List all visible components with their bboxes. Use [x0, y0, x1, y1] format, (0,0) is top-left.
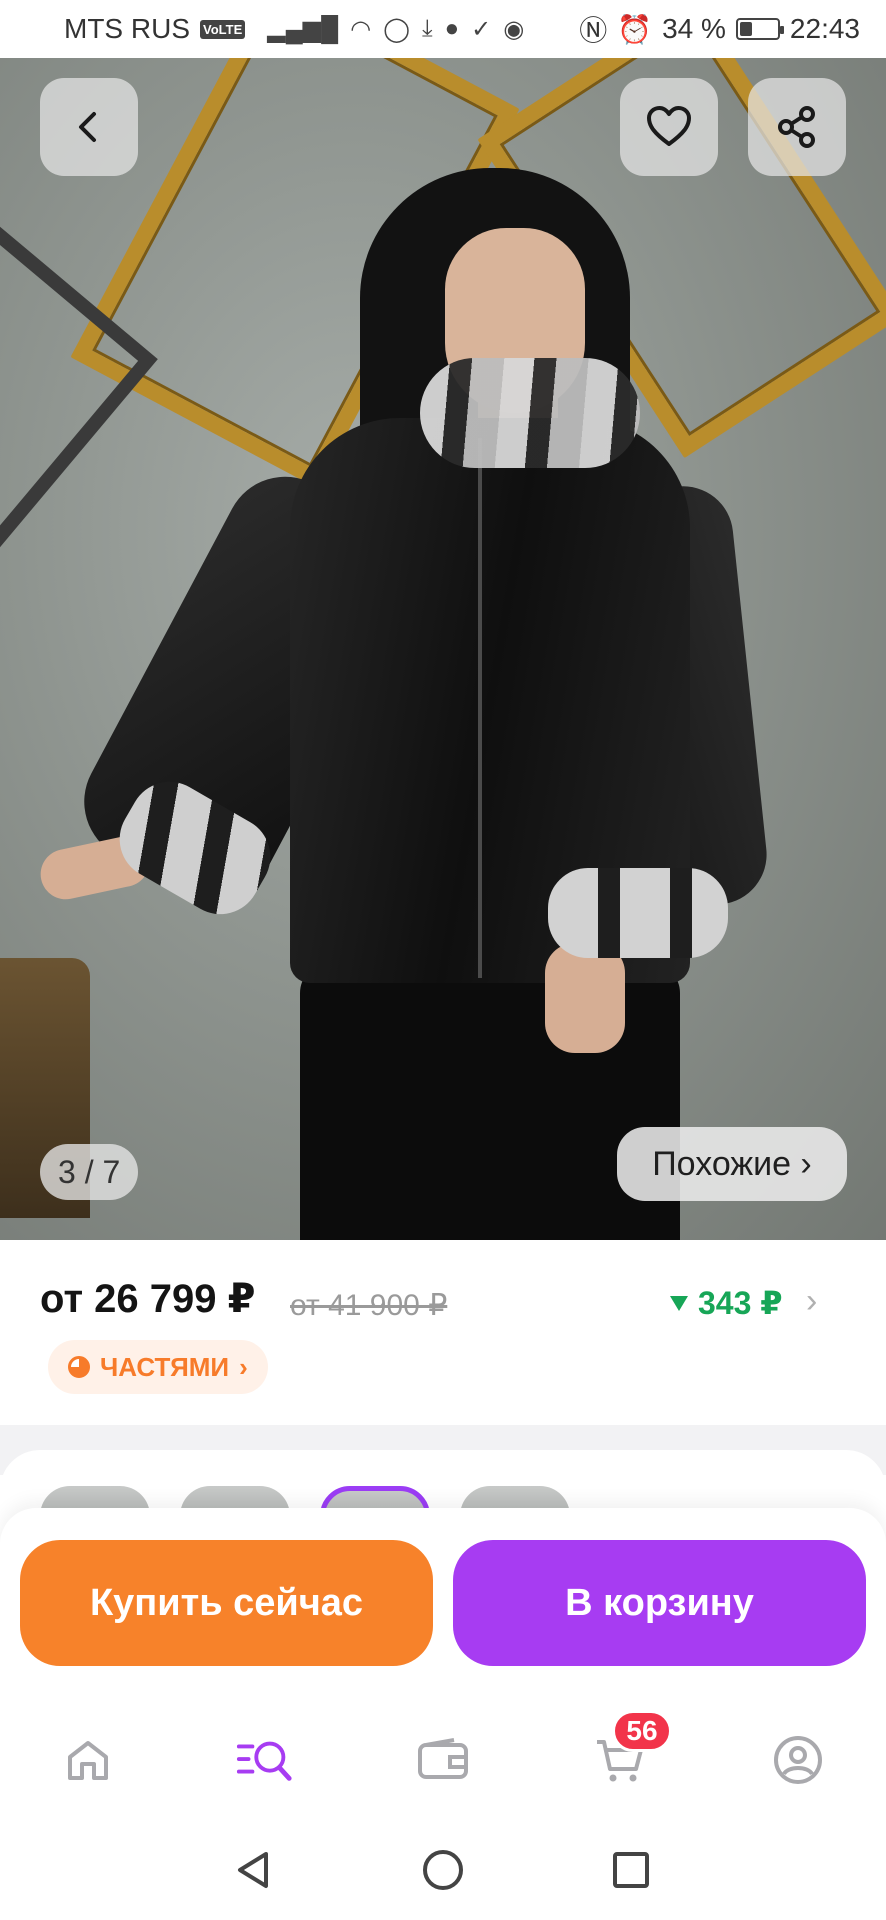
system-recents-button[interactable] — [607, 1846, 655, 1894]
installments-label: ЧАСТЯМИ — [100, 1351, 230, 1382]
status-bar: MTS RUS VoLTE ▂▄▆█ ◠ ◯ ⤓ ● ✓ ◉ Ⓝ ⏰ 34 % … — [0, 0, 886, 58]
pie-chart-icon — [68, 1356, 90, 1378]
chat-icon: ● — [444, 15, 460, 42]
chevron-right-icon: › — [239, 1351, 248, 1382]
battery-icon — [735, 18, 784, 40]
jacket-zipper — [478, 438, 482, 978]
profile-icon — [774, 1736, 822, 1784]
nav-wallet[interactable] — [413, 1730, 473, 1790]
message-icon: ◉ — [503, 15, 525, 43]
bottom-navigation: 56 — [0, 1690, 886, 1820]
model-hand-right — [545, 943, 625, 1053]
thumbnail-active[interactable] — [320, 1486, 430, 1510]
cashback-value: 343 ₽ — [698, 1285, 783, 1321]
nfc-icon: Ⓝ — [579, 15, 608, 46]
installments-badge[interactable]: ЧАСТЯМИ › — [48, 1340, 268, 1394]
chevron-right-icon[interactable]: › — [806, 1282, 817, 1321]
thumbnail[interactable] — [460, 1486, 570, 1510]
fur-collar — [420, 358, 640, 468]
system-back-button[interactable] — [230, 1846, 278, 1894]
cart-count-badge: 56 — [612, 1710, 672, 1752]
check-circle-icon: ✓ — [471, 15, 492, 43]
carrier-label: MTS RUS — [64, 13, 190, 44]
thumbnail[interactable] — [40, 1486, 150, 1510]
price-card: от 26 799 ₽ от 41 900 ₽ 343 ₽ › ЧАСТЯМИ … — [0, 1240, 886, 1425]
purchase-action-bar: Купить сейчас В корзину — [0, 1508, 886, 1690]
share-button[interactable] — [748, 78, 846, 176]
back-button[interactable] — [40, 78, 138, 176]
whatsapp-icon: ◯ — [383, 15, 410, 43]
old-price: от 41 900 ₽ — [290, 1289, 448, 1322]
thumbnail-strip — [0, 1450, 886, 1510]
wifi-icon: ◠ — [350, 15, 372, 43]
download-icon: ⤓ — [421, 15, 433, 42]
system-navigation-bar — [0, 1820, 886, 1920]
square-recents-icon — [613, 1852, 649, 1888]
buy-now-button[interactable]: Купить сейчас — [20, 1540, 433, 1666]
add-to-cart-button[interactable]: В корзину — [453, 1540, 866, 1666]
current-price: от 26 799 ₽ — [40, 1277, 256, 1321]
share-icon — [778, 106, 815, 148]
heart-icon — [647, 106, 691, 146]
thumbnail[interactable] — [180, 1486, 290, 1510]
clock: 22:43 — [789, 13, 860, 44]
similar-items-button[interactable]: Похожие › — [617, 1127, 847, 1201]
catalog-search-icon — [236, 1741, 292, 1781]
alarm-icon: ⏰ — [617, 13, 653, 45]
cashback-amount[interactable]: 343 ₽ — [668, 1284, 783, 1322]
chevron-left-icon — [79, 112, 96, 142]
nav-home[interactable] — [58, 1730, 118, 1790]
circle-home-icon — [423, 1850, 463, 1890]
down-triangle-icon — [670, 1296, 688, 1311]
home-icon — [68, 1741, 108, 1780]
system-home-button[interactable] — [419, 1846, 467, 1894]
triangle-back-icon — [238, 1852, 268, 1888]
volte-icon: VoLTE — [200, 19, 246, 39]
favorite-button[interactable] — [620, 78, 718, 176]
wallet-icon — [418, 1738, 468, 1779]
signal-icon: ▂▄▆█ — [267, 15, 339, 43]
fur-cuff-right — [548, 868, 728, 958]
image-counter: 3 / 7 — [40, 1144, 139, 1200]
battery-percent: 34 % — [662, 13, 726, 44]
nav-profile[interactable] — [768, 1730, 828, 1790]
product-image-gallery[interactable]: 3 / 7 Похожие › — [0, 58, 886, 1240]
nav-catalog[interactable] — [235, 1730, 295, 1790]
